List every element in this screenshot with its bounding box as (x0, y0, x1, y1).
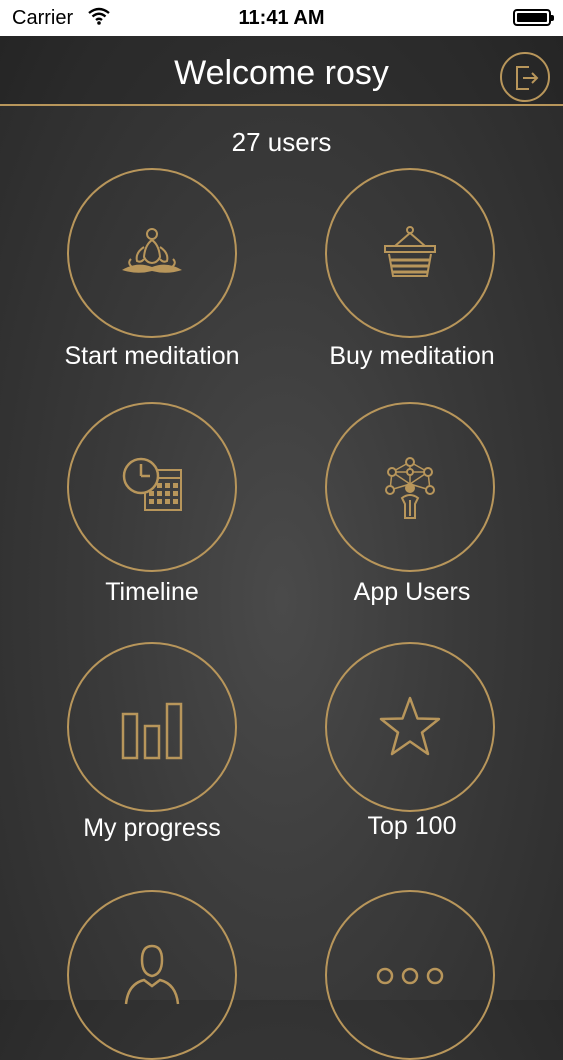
status-time: 11:41 AM (238, 7, 325, 29)
timeline-button[interactable] (67, 402, 237, 572)
logout-button[interactable] (500, 52, 550, 102)
start-meditation-label: Start meditation (64, 342, 240, 370)
my-progress-label: My progress (83, 814, 221, 842)
star-icon (379, 696, 441, 756)
bar-chart-icon (121, 702, 183, 760)
battery-icon (513, 9, 554, 26)
page-title: Welcome rosy (174, 54, 389, 92)
network-user-icon (385, 457, 435, 519)
user-icon (124, 944, 180, 1005)
app-users-button[interactable] (325, 402, 495, 572)
start-meditation-button[interactable] (67, 168, 237, 338)
timeline-label: Timeline (105, 578, 199, 606)
more-dots-icon (376, 967, 444, 985)
status-bar: Carrier 11:41 AM (0, 0, 563, 36)
top-100-button[interactable] (325, 642, 495, 812)
top-100-label: Top 100 (367, 812, 457, 840)
calendar-clock-icon (122, 457, 182, 511)
my-progress-button[interactable] (67, 642, 237, 812)
logout-icon (516, 66, 539, 90)
more-button[interactable] (325, 890, 495, 1060)
basket-icon (384, 226, 436, 277)
meditation-icon (122, 228, 182, 273)
buy-meditation-label: Buy meditation (329, 342, 495, 370)
profile-button[interactable] (67, 890, 237, 1060)
nav-bar: Welcome rosy (0, 36, 563, 106)
app-users-label: App Users (353, 578, 471, 606)
user-count: 27 users (231, 127, 332, 157)
buy-meditation-button[interactable] (325, 168, 495, 338)
